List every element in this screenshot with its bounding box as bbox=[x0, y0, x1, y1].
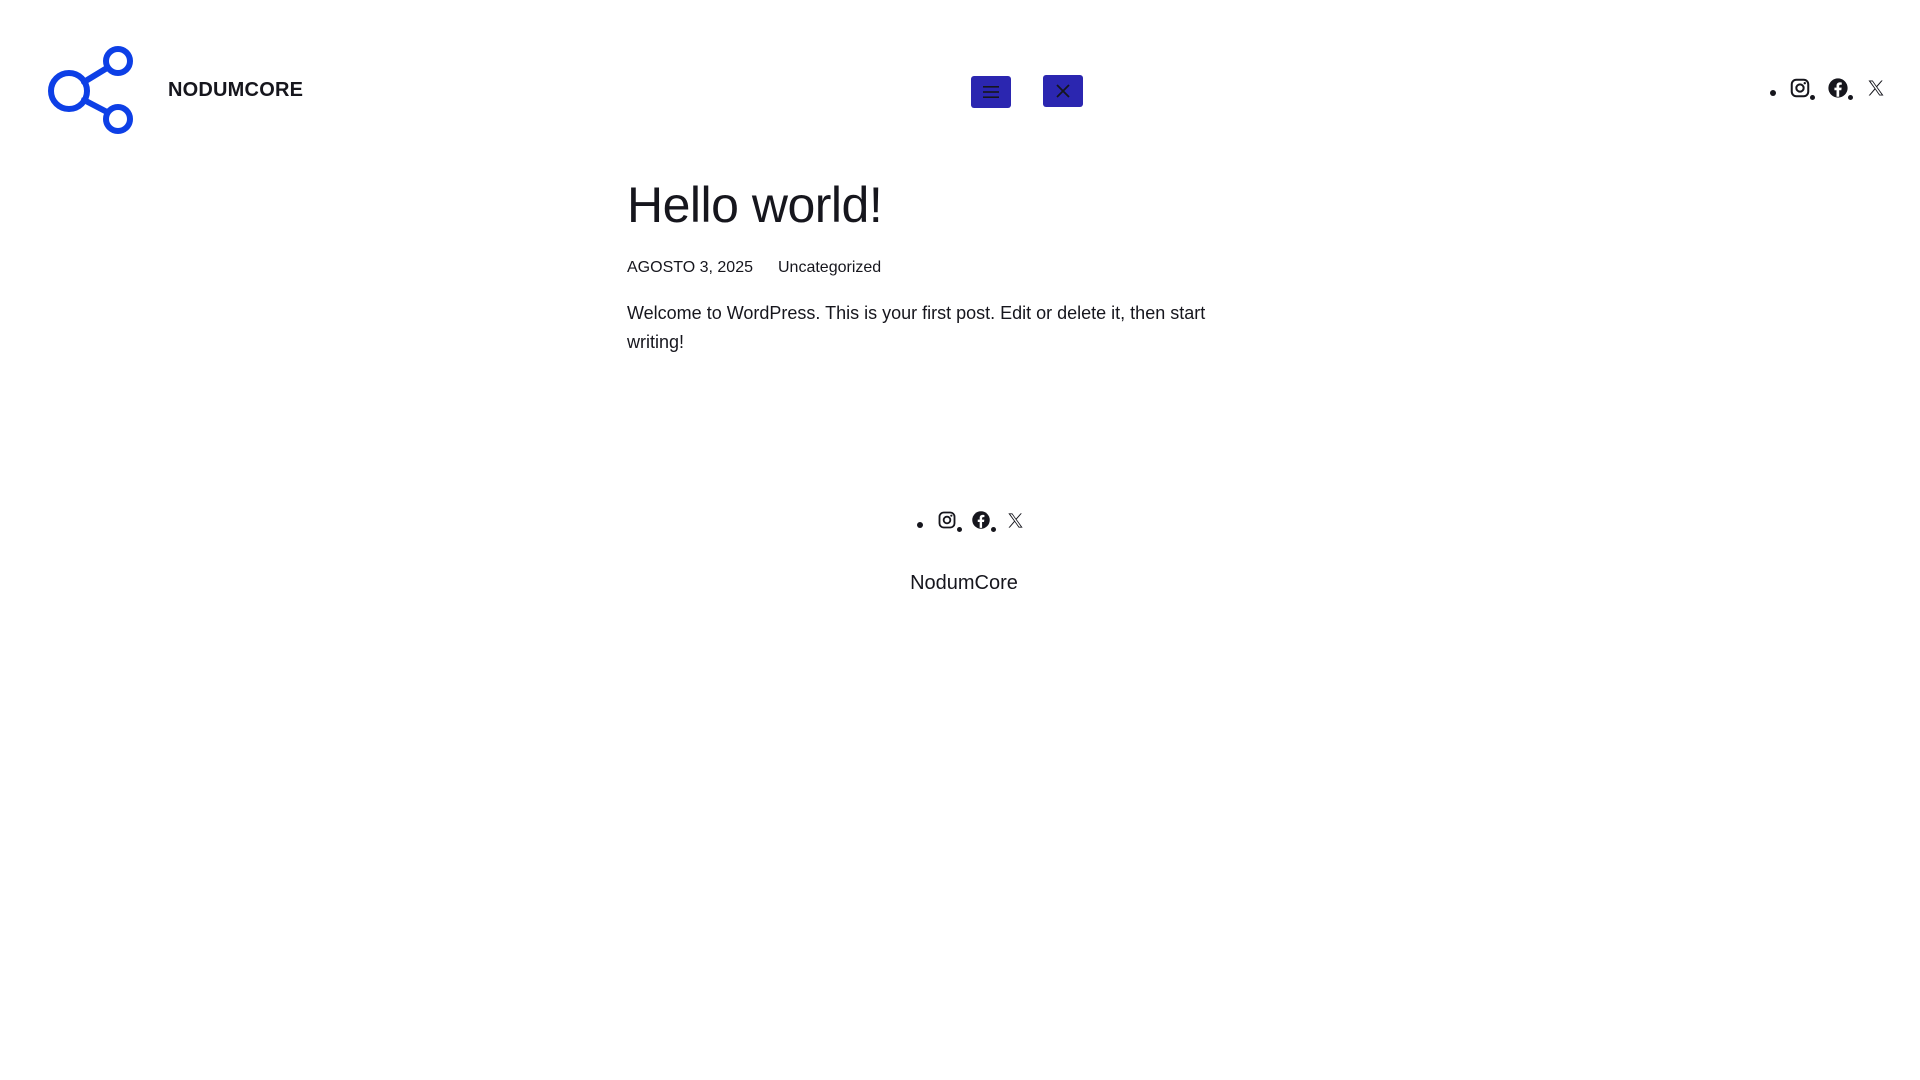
list-bullet bbox=[991, 527, 996, 532]
site-title[interactable]: NODUMCORE bbox=[168, 79, 303, 102]
instagram-link[interactable] bbox=[1788, 76, 1815, 100]
close-menu-button[interactable] bbox=[1043, 75, 1083, 107]
hamburger-menu-icon bbox=[983, 86, 999, 98]
footer-social-links bbox=[917, 508, 1037, 532]
network-share-icon bbox=[48, 46, 133, 134]
post-category-link[interactable]: Uncategorized bbox=[778, 259, 881, 277]
x-twitter-icon bbox=[1007, 512, 1023, 528]
list-bullet bbox=[1810, 95, 1815, 100]
social-item-x bbox=[1864, 76, 1902, 100]
social-item-facebook bbox=[1826, 76, 1864, 100]
post-content: Welcome to WordPress. This is your first… bbox=[627, 303, 1206, 352]
x-twitter-link[interactable] bbox=[1864, 76, 1888, 100]
facebook-link[interactable] bbox=[969, 508, 996, 532]
footer-site-name-container: NodumCore bbox=[0, 572, 1920, 595]
social-item-instagram bbox=[1788, 76, 1826, 100]
social-item-x bbox=[1003, 508, 1037, 532]
social-item-facebook bbox=[969, 508, 1003, 532]
list-bullet bbox=[1770, 90, 1776, 96]
open-menu-button[interactable] bbox=[971, 76, 1011, 108]
site-logo[interactable] bbox=[48, 46, 136, 136]
list-bullet bbox=[1848, 95, 1853, 100]
facebook-link[interactable] bbox=[1826, 76, 1853, 100]
post: Hello world! AGOSTO 3, 2025 Uncategorize… bbox=[627, 175, 1267, 357]
x-twitter-link[interactable] bbox=[1003, 508, 1027, 532]
facebook-icon bbox=[972, 511, 990, 529]
post-date: AGOSTO 3, 2025 bbox=[627, 259, 753, 276]
list-bullet bbox=[917, 522, 923, 528]
list-bullet bbox=[957, 527, 962, 532]
instagram-icon bbox=[1790, 78, 1810, 98]
page: NODUMCORE Hello world! AGOSTO 3, 2025 Un… bbox=[0, 0, 1920, 1080]
footer-site-name[interactable]: NodumCore bbox=[910, 572, 1018, 595]
facebook-icon bbox=[1828, 78, 1848, 98]
x-twitter-icon bbox=[1868, 80, 1884, 96]
social-item-instagram bbox=[935, 508, 969, 532]
header-social-links bbox=[1770, 76, 1902, 100]
instagram-icon bbox=[938, 511, 956, 529]
post-meta: AGOSTO 3, 2025 Uncategorized bbox=[627, 259, 1267, 277]
post-title: Hello world! bbox=[627, 177, 883, 233]
close-x-icon bbox=[1056, 84, 1070, 98]
instagram-link[interactable] bbox=[935, 508, 962, 532]
